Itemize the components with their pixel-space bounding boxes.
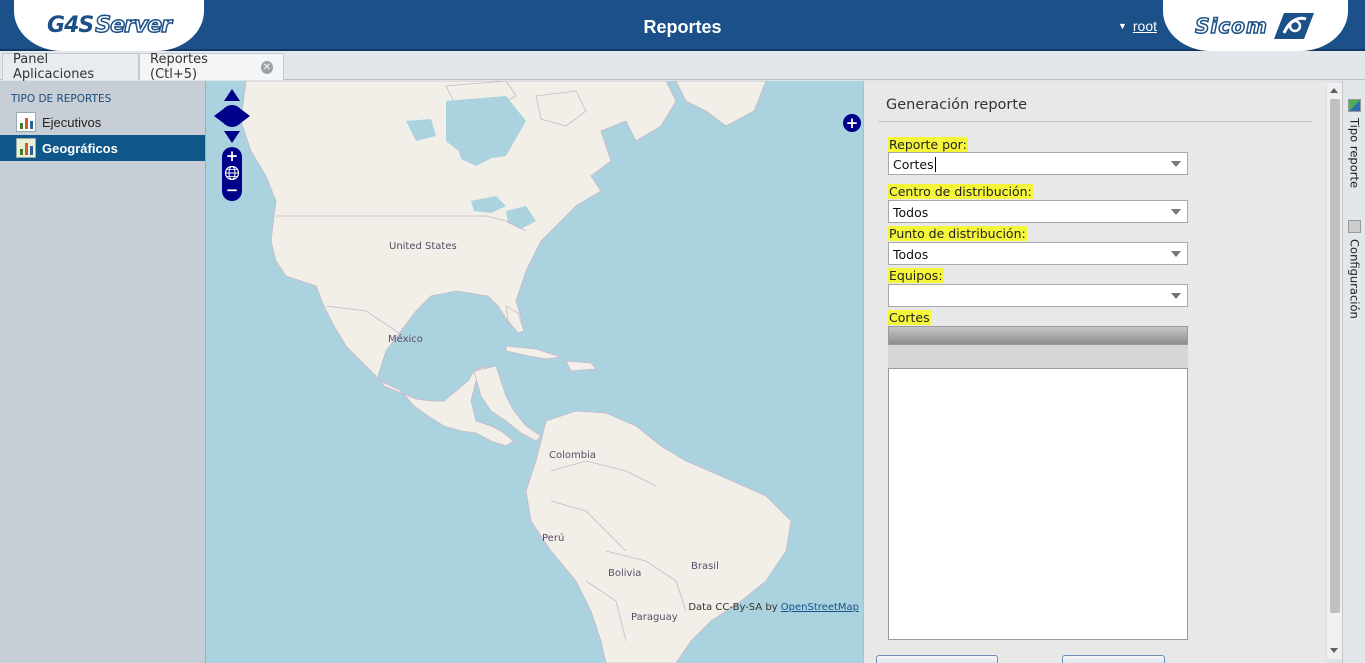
user-menu[interactable]: ▼ root: [1118, 18, 1157, 34]
page-title: Reportes: [643, 17, 722, 37]
zoom-out-icon[interactable]: −: [222, 182, 242, 198]
bar-chart-icon: [16, 112, 36, 132]
panel-scrollbar[interactable]: [1327, 83, 1342, 659]
text-cursor: [934, 157, 936, 172]
map-attribution: Data CC-By-SA by OpenStreetMap: [688, 602, 859, 613]
world-icon[interactable]: [224, 165, 240, 181]
scrollbar-thumb[interactable]: [1330, 99, 1340, 613]
report-generation-panel: Generación reporte Reporte por: Cortes C…: [863, 81, 1342, 663]
map-view[interactable]: United States México Colombia Perú Boliv…: [206, 81, 863, 663]
centro-distribucion-select[interactable]: Todos: [888, 200, 1188, 223]
tab-tipo-reporte[interactable]: Tipo reporte: [1343, 99, 1365, 188]
panel-title: Generación reporte: [886, 97, 1027, 113]
centro-distribucion-label: Centro de distribución:: [888, 184, 1033, 199]
cortes-grid-body[interactable]: [888, 368, 1188, 640]
sicom-logo: Sicom: [1163, 0, 1348, 51]
tab-configuracion[interactable]: Configuración: [1343, 220, 1365, 319]
chevron-down-icon[interactable]: [1171, 293, 1181, 299]
map-label-brasil: Brasil: [691, 561, 719, 572]
vtab-label: Configuración: [1347, 239, 1362, 319]
sidebar-item-geograficos[interactable]: Geográficos: [0, 135, 205, 161]
pan-control: [214, 89, 250, 143]
punto-distribucion-select[interactable]: Todos: [888, 242, 1188, 265]
punto-distribucion-label: Punto de distribución:: [888, 226, 1027, 241]
pan-up-icon[interactable]: [224, 89, 240, 101]
chevron-down-icon[interactable]: [1171, 209, 1181, 215]
report-type-icon: [1348, 99, 1361, 112]
chevron-down-icon[interactable]: ▼: [1118, 21, 1127, 31]
panel-button-left[interactable]: [876, 655, 998, 663]
map-land: [240, 81, 792, 663]
cortes-grid-header: [888, 326, 1188, 345]
tab-label: Reportes (Ctl+5): [150, 52, 208, 82]
map-chart-icon: [16, 138, 36, 158]
sidebar-item-label: Ejecutivos: [42, 114, 102, 130]
sidebar-section-title: TIPO DE REPORTES: [11, 93, 112, 105]
tab-label: Panel Aplicaciones: [13, 52, 95, 82]
equipos-label: Equipos:: [888, 268, 944, 283]
panel-divider: [878, 121, 1312, 122]
attribution-text: Data CC-By-SA by: [688, 602, 781, 613]
map-label-mexico: México: [388, 334, 423, 345]
sicom-swirl-icon: [1273, 12, 1314, 39]
pan-center-icon: [221, 105, 243, 127]
select-value: Todos: [893, 205, 929, 220]
map-label-paraguay: Paraguay: [631, 612, 678, 623]
panel-button-right[interactable]: [1062, 655, 1165, 663]
chevron-down-icon[interactable]: [1171, 161, 1181, 167]
close-icon[interactable]: ✕: [260, 60, 273, 74]
scroll-down-icon[interactable]: [1330, 648, 1338, 653]
tab-panel-aplicaciones[interactable]: Panel Aplicaciones: [2, 52, 139, 82]
sidebar-item-label: Geográficos: [42, 140, 118, 156]
map-label-colombia: Colombia: [549, 450, 596, 461]
zoom-control: + −: [222, 147, 242, 201]
expand-panel-icon[interactable]: +: [843, 114, 861, 132]
reporte-por-select[interactable]: Cortes: [888, 152, 1188, 175]
right-vertical-bar: Tipo reporte Configuración: [1342, 81, 1365, 663]
equipos-select[interactable]: [888, 284, 1188, 307]
sicom-logo-text: Sicom: [1194, 13, 1268, 39]
settings-icon: [1348, 220, 1361, 233]
scroll-up-icon[interactable]: [1330, 88, 1338, 93]
select-value: Cortes: [893, 157, 934, 172]
vtab-label: Tipo reporte: [1347, 118, 1362, 189]
select-value: Todos: [893, 247, 929, 262]
app-header: G4SServer Reportes ▼ root Sicom: [0, 0, 1365, 51]
pan-down-icon[interactable]: [224, 131, 240, 143]
reporte-por-label: Reporte por:: [888, 137, 968, 152]
chevron-down-icon[interactable]: [1171, 251, 1181, 257]
report-type-sidebar: TIPO DE REPORTES Ejecutivos Geográficos: [0, 81, 206, 663]
map-label-bolivia: Bolivia: [608, 568, 642, 579]
tab-reportes[interactable]: Reportes (Ctl+5) ✕: [139, 52, 284, 82]
user-link[interactable]: root: [1133, 18, 1157, 34]
map-label-united-states: United States: [389, 241, 457, 252]
map-label-peru: Perú: [542, 533, 565, 544]
sidebar-item-ejecutivos[interactable]: Ejecutivos: [0, 109, 205, 135]
cortes-label: Cortes: [888, 310, 931, 325]
zoom-in-icon[interactable]: +: [222, 148, 242, 164]
openstreetmap-link[interactable]: OpenStreetMap: [781, 602, 859, 613]
tab-bar: Panel Aplicaciones Reportes (Ctl+5) ✕: [0, 51, 1365, 82]
cortes-grid-toolbar: [888, 345, 1188, 368]
